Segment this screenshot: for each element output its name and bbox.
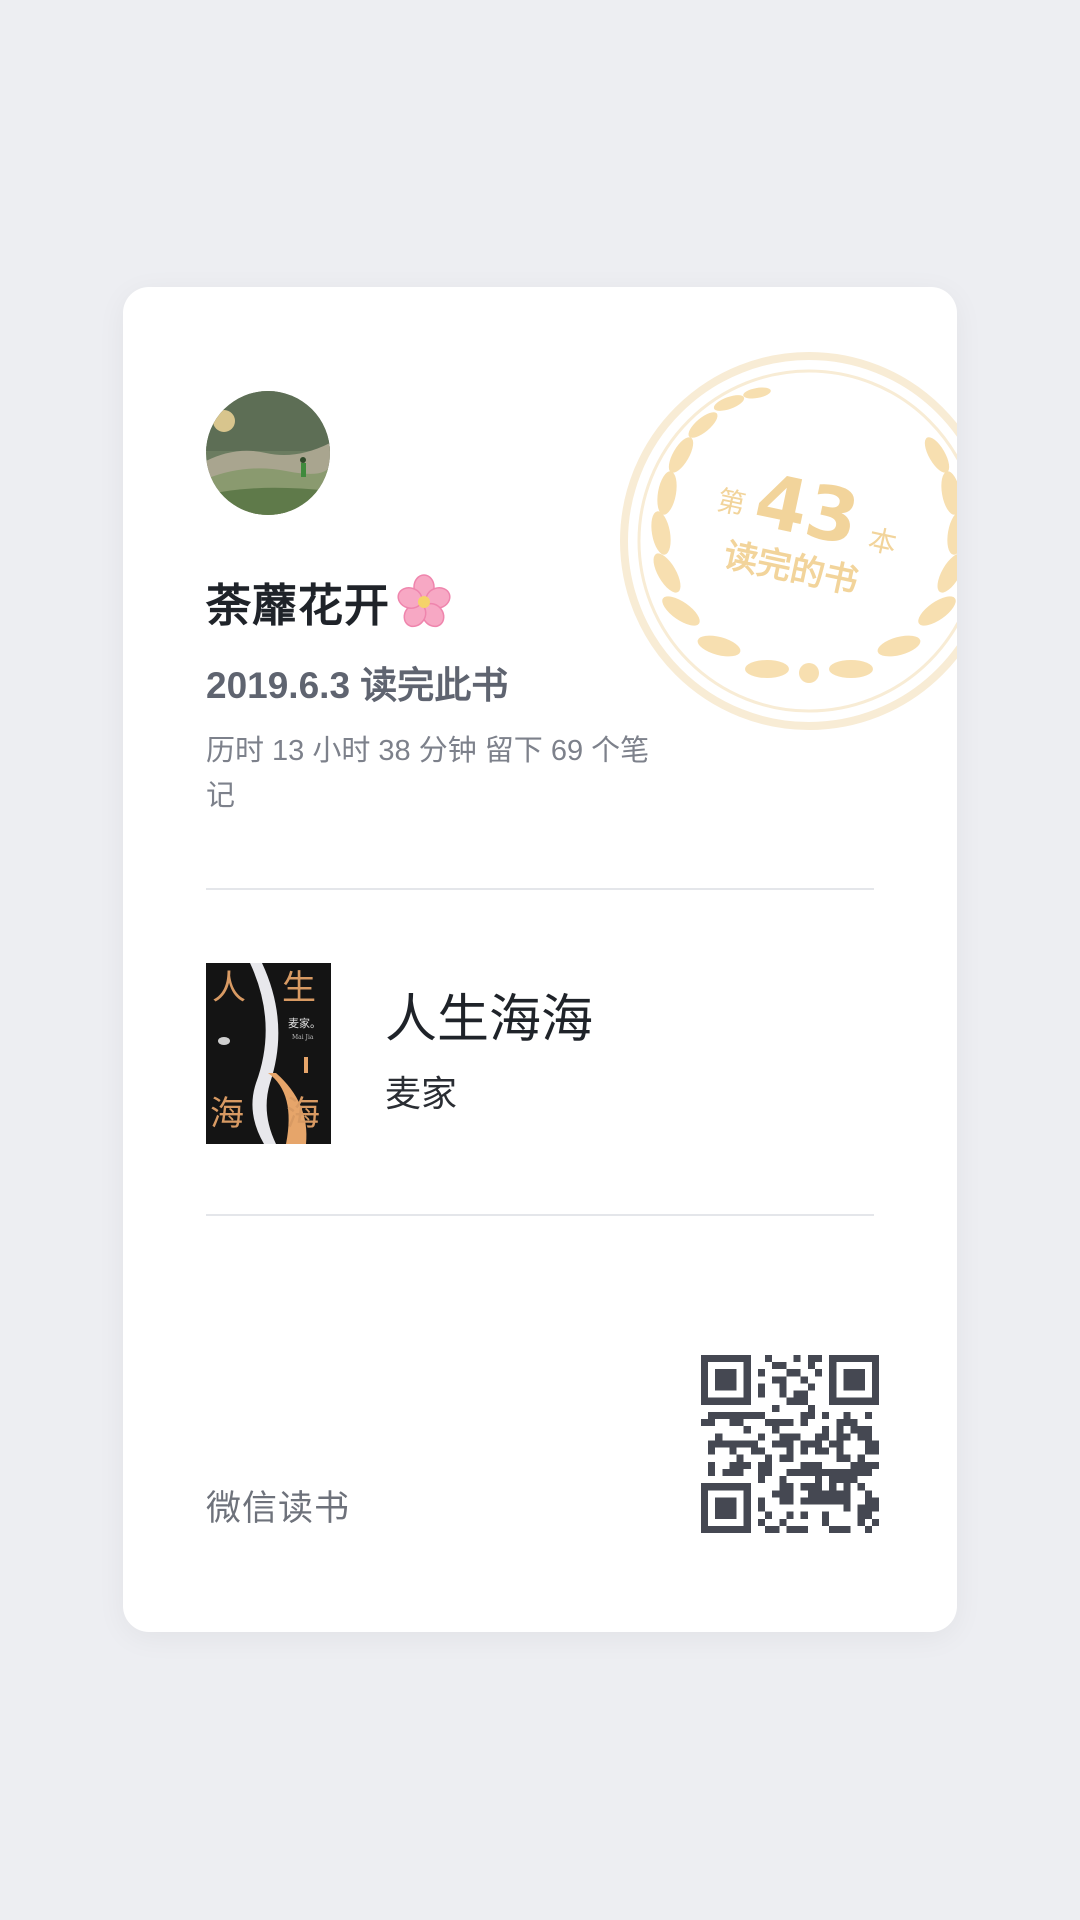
reading-certificate-card: 第 43 本 读完的书 荼蘼花开 2019.6.3 读完此书 历时 13 小时 …	[123, 287, 957, 1632]
avatar[interactable]	[206, 391, 330, 515]
book-author[interactable]: 麦家	[385, 1065, 457, 1117]
svg-text:人: 人	[212, 968, 246, 1008]
svg-text:海: 海	[286, 1094, 320, 1134]
svg-text:Mai Jia: Mai Jia	[292, 1034, 314, 1041]
book-cover-art: 人 生 海 海 麦家。 Mai Jia	[206, 963, 331, 1144]
svg-text:生: 生	[282, 968, 316, 1008]
user-name[interactable]: 荼蘼花开	[206, 569, 390, 634]
qr-code	[701, 1355, 879, 1533]
book-title[interactable]: 人生海海	[385, 977, 593, 1052]
cherry-blossom-icon	[397, 573, 451, 627]
svg-text:麦家。: 麦家。	[288, 1016, 321, 1030]
books-read-badge: 第 43 本 读完的书	[620, 352, 957, 730]
svg-text:海: 海	[210, 1094, 244, 1134]
badge-prefix: 第	[714, 483, 748, 521]
book-cover[interactable]: 人 生 海 海 麦家。 Mai Jia	[206, 963, 331, 1144]
avatar-landscape-image	[206, 391, 330, 515]
reading-stats: 历时 13 小时 38 分钟 留下 69 个笔记	[206, 735, 650, 812]
badge-unit: 本	[865, 523, 899, 561]
finish-date: 2019.6.3 读完此书	[206, 665, 509, 706]
app-name: 微信读书	[206, 1489, 351, 1528]
divider-top	[206, 888, 874, 890]
user-name-row: 荼蘼花开	[206, 569, 452, 634]
divider-bottom	[206, 1214, 874, 1216]
